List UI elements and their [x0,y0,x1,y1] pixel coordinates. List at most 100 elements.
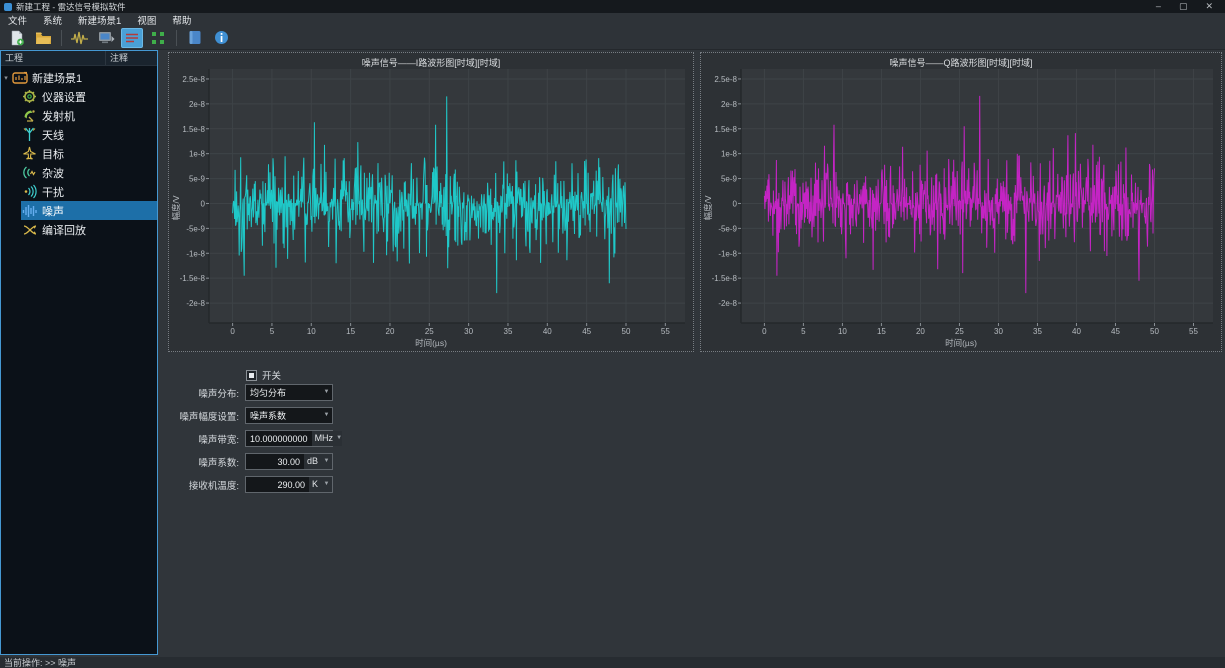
chevron-down-icon: ▼ [321,385,332,400]
sidebar-item-noise[interactable]: 噪声 [21,201,157,220]
svg-text:0: 0 [733,199,738,208]
minimize-button[interactable]: – [1156,0,1161,13]
svg-text:45: 45 [582,327,591,336]
sidebar-item-label: 新建场景1 [32,70,82,86]
menu-help[interactable]: 帮助 [172,13,191,27]
svg-text:5e-9: 5e-9 [189,175,206,184]
menu-file[interactable]: 文件 [8,13,27,27]
svg-text:35: 35 [1033,327,1042,336]
svg-text:15: 15 [346,327,355,336]
checkbox-fill [249,373,254,378]
device-icon [98,30,115,45]
svg-text:1.5e-8: 1.5e-8 [714,125,737,134]
field-label: 噪声系数: [60,455,245,469]
menu-system[interactable]: 系统 [43,13,62,27]
interference-icon [21,184,38,200]
waveform-icon [71,31,89,45]
chevron-down-icon: ▼ [321,408,332,423]
svg-text:15: 15 [877,327,886,336]
noise-figure-input[interactable]: 30.00 dB ▼ [245,453,333,470]
svg-text:55: 55 [661,327,670,336]
select-value: 均匀分布 [246,386,321,399]
svg-text:-1.5e-8: -1.5e-8 [180,274,206,283]
svg-text:30: 30 [994,327,1003,336]
noise-bandwidth-row: 噪声带宽: 10.000000000 MHz ▼ [60,430,333,447]
tree-header-comment: 注释 [106,51,128,65]
svg-text:2e-8: 2e-8 [189,100,206,109]
satellite-dish-icon [21,108,38,124]
chart-title: 噪声信号——I路波形图[时域][时域] [169,56,693,69]
sidebar-item-interference[interactable]: 干扰 [1,182,157,201]
application-window: 新建工程 - 雷达信号模拟软件 – ▢ ✕ 文件 系统 新建场景1 视图 帮助 [0,0,1225,668]
svg-text:-2e-8: -2e-8 [718,299,737,308]
noise-amplitude-mode-select[interactable]: 噪声系数 ▼ [245,407,333,424]
sidebar-item-antenna[interactable]: 天线 [1,125,157,144]
menu-scene[interactable]: 新建场景1 [78,13,121,27]
svg-text:40: 40 [1072,327,1081,336]
new-file-icon [9,30,25,46]
svg-text:25: 25 [425,327,434,336]
report-button[interactable] [184,28,206,48]
collapse-arrow-icon[interactable]: ▾ [1,74,11,82]
noise-i-chart-panel[interactable]: 噪声信号——I路波形图[时域][时域] 幅度/V 时间(µs) 05101520… [168,52,694,352]
noise-waveform-I-canvas[interactable]: 05101520253035404550552.5e-82e-81.5e-81e… [169,53,693,351]
green-dots-icon [151,31,165,45]
field-value: 10.000000000 [246,434,312,444]
svg-text:50: 50 [622,327,631,336]
open-project-button[interactable] [32,28,54,48]
noise-figure-row: 噪声系数: 30.00 dB ▼ [60,453,333,470]
waveform-view-button[interactable] [69,28,91,48]
scene-icon [11,70,28,86]
chart-xlabel: 时间(µs) [169,337,693,349]
svg-text:1e-8: 1e-8 [189,150,206,159]
noise-q-chart-panel[interactable]: 噪声信号——Q路波形图[时域][时域] 幅度/V 时间(µs) 05101520… [700,52,1222,352]
svg-text:-1e-8: -1e-8 [718,249,737,258]
close-button[interactable]: ✕ [1205,0,1213,13]
svg-text:40: 40 [543,327,552,336]
svg-text:20: 20 [386,327,395,336]
menu-view[interactable]: 视图 [137,13,156,27]
compile-playback-icon [21,222,38,238]
svg-text:1e-8: 1e-8 [721,150,738,159]
noise-amplitude-mode-row: 噪声幅度设置: 噪声系数 ▼ [60,407,333,424]
svg-text:25: 25 [955,327,964,336]
noise-bandwidth-input[interactable]: 10.000000000 MHz ▼ [245,430,333,447]
chart-xlabel: 时间(µs) [701,337,1221,349]
chevron-down-icon: ▼ [321,477,332,492]
sidebar-item-label: 仪器设置 [42,89,86,105]
svg-text:-1.5e-8: -1.5e-8 [712,274,738,283]
switch-label: 开关 [262,368,281,382]
svg-text:10: 10 [307,327,316,336]
list-view-button[interactable] [121,28,143,48]
svg-text:-5e-9: -5e-9 [718,224,737,233]
noise-waveform-Q-canvas[interactable]: 05101520253035404550552.5e-82e-81.5e-81e… [701,53,1221,351]
receiver-temperature-input[interactable]: 290.00 K ▼ [245,476,333,493]
chart-ylabel: 幅度/V [702,178,714,238]
sidebar-item-clutter[interactable]: 杂波 [1,163,157,182]
sidebar-item-label: 干扰 [42,184,64,200]
noise-distribution-select[interactable]: 均匀分布 ▼ [245,384,333,401]
field-label: 噪声幅度设置: [60,409,245,423]
field-label: 接收机温度: [60,478,245,492]
svg-text:30: 30 [464,327,473,336]
export-device-button[interactable] [95,28,117,48]
sidebar-item-label: 发射机 [42,108,75,124]
sidebar-item-label: 天线 [42,127,64,143]
sidebar-item-scene-root[interactable]: ▾ 新建场景1 [1,68,157,87]
sidebar-item-label: 噪声 [42,203,64,219]
chart-title: 噪声信号——Q路波形图[时域][时域] [701,56,1221,69]
switch-checkbox[interactable] [246,370,257,381]
maximize-button[interactable]: ▢ [1179,0,1188,13]
info-icon [214,30,229,45]
sidebar-item-compile-playback[interactable]: 编译回放 [1,220,157,239]
run-grid-button[interactable] [147,28,169,48]
new-project-button[interactable] [6,28,28,48]
svg-text:50: 50 [1150,327,1159,336]
sidebar-item-transmitter[interactable]: 发射机 [1,106,157,125]
sidebar-item-target[interactable]: 目标 [1,144,157,163]
sidebar-item-label: 目标 [42,146,64,162]
svg-text:-1e-8: -1e-8 [186,249,205,258]
info-button[interactable] [210,28,232,48]
airplane-icon [21,146,38,162]
sidebar-item-instrument-settings[interactable]: 仪器设置 [1,87,157,106]
